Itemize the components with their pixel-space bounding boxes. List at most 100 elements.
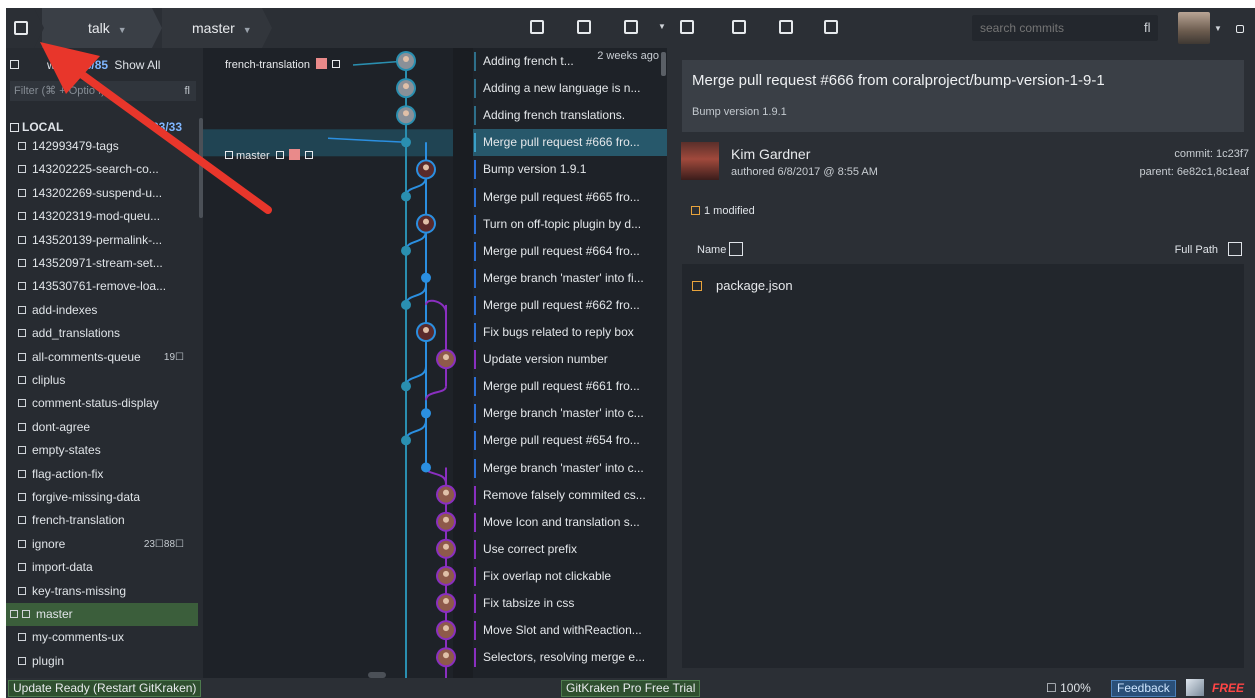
menu-icon[interactable] — [14, 21, 28, 35]
branch-item[interactable]: plugin — [6, 650, 198, 673]
branch-item[interactable]: 143520971-stream-set... — [6, 252, 198, 275]
pro-trial-button[interactable]: GitKraken Pro Free Trial — [561, 680, 701, 697]
commit-row[interactable]: Merge pull request #654 fro... — [473, 427, 667, 454]
pull-icon[interactable] — [624, 20, 638, 34]
branch-item[interactable]: import-data — [6, 556, 198, 579]
local-section-header[interactable]: LOCAL 33/33 — [10, 120, 200, 134]
gitkraken-icon[interactable] — [1186, 679, 1204, 696]
messages-scrollbar[interactable] — [661, 52, 666, 76]
commit-row[interactable]: Bump version 1.9.1 — [473, 156, 667, 183]
branch-item[interactable]: forgive-missing-data — [6, 486, 198, 509]
branch-item[interactable]: 143530761-remove-loa... — [6, 275, 198, 298]
avatar-face — [443, 543, 449, 550]
commit-row[interactable]: Fix overlap not clickable — [473, 563, 667, 590]
update-ready-button[interactable]: Update Ready (Restart GitKraken) — [8, 680, 202, 697]
commit-node[interactable] — [421, 462, 431, 473]
commit-node[interactable] — [401, 137, 411, 148]
branch-icon[interactable] — [732, 20, 746, 34]
pull-options-caret-icon[interactable]: ▼ — [658, 22, 666, 31]
commit-node[interactable] — [401, 245, 411, 256]
local-folder-icon — [10, 123, 19, 132]
chevron-down-icon[interactable]: ▼ — [1214, 24, 1222, 33]
commit-row[interactable]: Merge branch 'master' into c... — [473, 400, 667, 427]
branch-item[interactable]: 143520139-permalink-... — [6, 229, 198, 252]
commit-node[interactable] — [421, 408, 431, 419]
branch-item[interactable]: cliplus — [6, 369, 198, 392]
branch-item[interactable]: french-translation — [6, 509, 198, 532]
commit-row[interactable]: Adding french translations. — [473, 102, 667, 129]
commit-node[interactable] — [401, 381, 411, 392]
search-icon[interactable]: fl — [1144, 20, 1151, 35]
commit-row[interactable]: Merge pull request #664 fro... — [473, 238, 667, 265]
commit-node[interactable] — [401, 299, 411, 310]
redo-icon[interactable] — [577, 20, 591, 34]
commit-row[interactable]: Merge pull request #662 fro... — [473, 292, 667, 319]
more-icon[interactable] — [1236, 25, 1244, 33]
search-input[interactable] — [972, 15, 1158, 41]
commit-message: Merge pull request #664 fro... — [483, 243, 640, 258]
commit-sha[interactable]: commit: 1c23f7 — [1174, 148, 1249, 160]
commit-row[interactable]: Fix bugs related to reply box — [473, 319, 667, 346]
commit-row[interactable]: Move Slot and withReaction... — [473, 617, 667, 644]
branch-icon — [18, 422, 26, 431]
branch-tag-master[interactable]: master — [221, 147, 313, 165]
show-all-link[interactable]: Show All — [114, 58, 160, 72]
branch-selector[interactable]: master ▼ — [192, 8, 252, 48]
pop-icon[interactable] — [824, 20, 838, 34]
commit-row[interactable]: Merge pull request #665 fro... — [473, 184, 667, 211]
stash-icon[interactable] — [779, 20, 793, 34]
full-path-toggle[interactable]: Full Path — [1175, 242, 1242, 256]
commit-node[interactable] — [401, 191, 411, 202]
lane-color-bar — [474, 621, 476, 641]
branch-item[interactable]: key-trans-missing — [6, 580, 198, 603]
branch-item[interactable]: flag-action-fix — [6, 463, 198, 486]
feedback-button[interactable]: Feedback — [1111, 680, 1176, 697]
commit-row[interactable]: Adding a new language is n... — [473, 75, 667, 102]
commit-node[interactable] — [401, 435, 411, 446]
zoom-level[interactable]: ☐ 100% — [1046, 681, 1091, 695]
avatar-face — [403, 56, 409, 62]
graph-svg — [203, 48, 473, 678]
branch-item[interactable]: 143202319-mod-queu... — [6, 205, 198, 228]
name-sort[interactable]: Name — [697, 242, 744, 256]
commit-row[interactable]: Merge branch 'master' into fi... — [473, 265, 667, 292]
collapse-icon[interactable] — [10, 60, 19, 69]
repo-selector[interactable]: talk ▼ — [88, 8, 127, 48]
commit-row[interactable]: Use correct prefix — [473, 536, 667, 563]
branch-item[interactable]: empty-states — [6, 439, 198, 462]
user-avatar[interactable] — [1178, 12, 1210, 44]
commit-row[interactable]: Fix tabsize in css — [473, 590, 667, 617]
filter-input[interactable]: Filter (⌘ + Optio f) fl — [10, 81, 196, 101]
commit-row[interactable]: Selectors, resolving merge e... — [473, 644, 667, 671]
parent-sha[interactable]: parent: 6e82c1,8c1eaf — [1140, 166, 1249, 178]
file-row[interactable]: package.json — [692, 278, 793, 293]
full-path-checkbox[interactable] — [1228, 242, 1242, 256]
branch-item[interactable]: all-comments-queue 19☐ — [6, 346, 198, 369]
commit-row[interactable]: Merge pull request #666 fro... — [473, 129, 667, 157]
commit-row[interactable]: Merge pull request #661 fro... — [473, 373, 667, 400]
push-icon[interactable] — [680, 20, 694, 34]
crumb-separator — [152, 8, 162, 48]
crumb-separator — [34, 8, 44, 48]
commit-row[interactable]: Move Icon and translation s... — [473, 509, 667, 536]
branch-item[interactable]: comment-status-display — [6, 392, 198, 415]
commit-row[interactable]: Merge branch 'master' into c... — [473, 455, 667, 482]
branch-item[interactable]: add_translations — [6, 322, 198, 345]
branch-item[interactable]: 142993479-tags — [6, 135, 198, 158]
free-badge[interactable]: FREE — [1212, 681, 1244, 695]
branch-item[interactable]: ignore 23☐88☐ — [6, 533, 198, 556]
commit-node[interactable] — [421, 272, 431, 283]
undo-icon[interactable] — [530, 20, 544, 34]
search-commits[interactable] — [972, 15, 1158, 41]
branch-item[interactable]: 143202269-suspend-u... — [6, 182, 198, 205]
commit-row[interactable]: Adding french t... 2 weeks ago — [473, 48, 667, 75]
commit-row[interactable]: Update version number — [473, 346, 667, 373]
branch-tag-french-translation[interactable]: french-translation — [221, 56, 341, 74]
commit-row[interactable]: Remove falsely commited cs... — [473, 482, 667, 509]
branch-item[interactable]: 143202225-search-co... — [6, 158, 198, 181]
commit-row[interactable]: Turn on off-topic plugin by d... — [473, 211, 667, 238]
branch-item[interactable]: dont-agree — [6, 416, 198, 439]
branch-item[interactable]: my-comments-ux — [6, 626, 198, 649]
branch-item[interactable]: add-indexes — [6, 299, 198, 322]
branch-item[interactable]: master — [6, 603, 198, 626]
